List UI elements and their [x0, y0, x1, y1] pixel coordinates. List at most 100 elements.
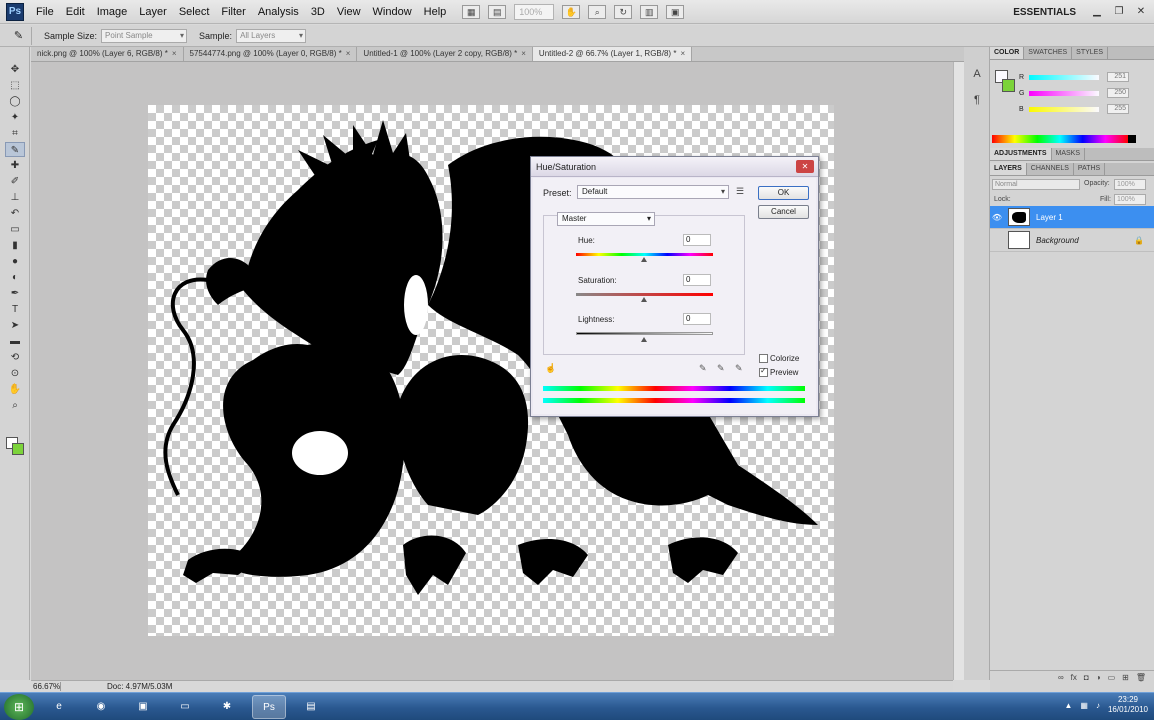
color-spectrum-ramp[interactable] — [992, 135, 1128, 143]
fill-field[interactable]: 100% — [1114, 194, 1146, 205]
notes-app-icon[interactable]: ▤ — [294, 695, 328, 719]
tab-masks[interactable]: MASKS — [1052, 148, 1086, 160]
view-extras-icon[interactable]: ▤ — [488, 4, 507, 19]
history-brush-tool-icon[interactable]: ↶ — [5, 206, 25, 221]
close-icon[interactable]: ✕ — [796, 160, 814, 173]
add-mask-icon[interactable]: ◘ — [1084, 673, 1089, 682]
tab-adjustments[interactable]: ADJUSTMENTS — [990, 148, 1052, 160]
vertical-scrollbar[interactable] — [953, 62, 964, 680]
lightness-field[interactable]: 0 — [683, 313, 711, 325]
clone-stamp-tool-icon[interactable]: ⊥ — [5, 190, 25, 205]
screen-mode-icon[interactable]: ▣ — [666, 4, 685, 19]
paragraph-panel-icon[interactable]: ¶ — [968, 91, 986, 109]
doc-tab-nick[interactable]: nick.png @ 100% (Layer 6, RGB/8) * × — [31, 47, 184, 61]
hand-tool-icon[interactable]: ✋ — [562, 4, 581, 19]
shape-tool-icon[interactable]: ▬ — [5, 334, 25, 349]
close-icon[interactable]: × — [680, 49, 685, 58]
minimize-icon[interactable]: ▁ — [1090, 6, 1104, 18]
zoom-tool-icon-2[interactable]: ⌕ — [5, 398, 25, 413]
blur-tool-icon[interactable]: ● — [5, 254, 25, 269]
preset-options-icon[interactable]: ☰ — [736, 186, 744, 197]
restore-icon[interactable]: ❐ — [1112, 6, 1126, 18]
marquee-tool-icon[interactable]: ⬚ — [5, 78, 25, 93]
targeted-adjustment-icon[interactable]: ☝ — [545, 363, 556, 374]
tab-paths[interactable]: PATHS — [1074, 163, 1106, 175]
arrange-documents-icon[interactable]: ▥ — [640, 4, 659, 19]
red-value[interactable]: 251 — [1107, 72, 1129, 82]
zoom-tool-icon[interactable]: ⌕ — [588, 4, 607, 19]
lightness-slider-thumb[interactable] — [641, 337, 647, 342]
launch-bridge-icon[interactable]: ▦ — [462, 4, 481, 19]
eyedropper-preset-icon[interactable]: ✎ — [6, 26, 32, 45]
trash-icon[interactable]: 🗑 — [1136, 673, 1146, 682]
menu-filter[interactable]: Filter — [215, 6, 251, 18]
tab-color[interactable]: COLOR — [990, 47, 1025, 59]
subtract-from-sample-eyedropper-icon[interactable]: ✎ — [735, 363, 743, 374]
channel-select[interactable]: Master — [557, 212, 655, 226]
background-color-swatch[interactable] — [1002, 79, 1015, 92]
tab-swatches[interactable]: SWATCHES — [1024, 47, 1073, 59]
close-icon[interactable]: × — [172, 49, 177, 58]
hand-tool-icon-2[interactable]: ✋ — [5, 382, 25, 397]
opacity-field[interactable]: 100% — [1114, 179, 1146, 190]
add-to-sample-eyedropper-icon[interactable]: ✎ — [717, 363, 725, 374]
path-selection-tool-icon[interactable]: ➤ — [5, 318, 25, 333]
eraser-tool-icon[interactable]: ▭ — [5, 222, 25, 237]
menu-layer[interactable]: Layer — [133, 6, 173, 18]
network-icon[interactable]: ▦ — [1080, 701, 1088, 710]
windows-explorer-icon[interactable]: ▣ — [126, 695, 160, 719]
menu-image[interactable]: Image — [91, 6, 134, 18]
folder-icon[interactable]: ▭ — [168, 695, 202, 719]
close-icon[interactable]: × — [521, 49, 526, 58]
eyedropper-icon[interactable]: ✎ — [699, 363, 707, 374]
rotate-view-icon[interactable]: ↻ — [614, 4, 633, 19]
type-tool-icon[interactable]: T — [5, 302, 25, 317]
show-hidden-icons-icon[interactable]: ▲ — [1064, 701, 1072, 710]
3d-rotate-tool-icon[interactable]: ⟲ — [5, 350, 25, 365]
saturation-slider-thumb[interactable] — [641, 297, 647, 302]
saturation-slider-track[interactable] — [576, 293, 713, 296]
internet-explorer-icon[interactable]: e — [42, 695, 76, 719]
doc-tab-57544774[interactable]: 57544774.png @ 100% (Layer 0, RGB/8) * × — [184, 47, 358, 61]
menu-file[interactable]: File — [30, 6, 60, 18]
pen-tool-icon[interactable]: ✒ — [5, 286, 25, 301]
blue-slider[interactable] — [1029, 106, 1099, 112]
menu-help[interactable]: Help — [418, 6, 453, 18]
black-white-ramp[interactable] — [1128, 135, 1136, 143]
crop-tool-icon[interactable]: ⌗ — [5, 126, 25, 141]
photoshop-taskbar-button[interactable]: Ps — [252, 694, 286, 719]
menu-edit[interactable]: Edit — [60, 6, 91, 18]
visibility-eye-icon[interactable]: 👁 — [990, 213, 1004, 222]
tab-channels[interactable]: CHANNELS — [1027, 163, 1074, 175]
workspace-switcher[interactable]: ESSENTIALS — [1013, 7, 1076, 18]
blend-mode-select[interactable]: Normal — [992, 179, 1080, 190]
lasso-tool-icon[interactable]: ◯ — [5, 94, 25, 109]
healing-brush-tool-icon[interactable]: ✚ — [5, 158, 25, 173]
link-layers-icon[interactable]: ∞ — [1058, 673, 1064, 682]
background-color-swatch[interactable] — [12, 443, 24, 455]
green-slider[interactable] — [1029, 90, 1099, 96]
blue-value[interactable]: 255 — [1107, 104, 1129, 114]
new-layer-icon[interactable]: ⊞ — [1122, 673, 1129, 682]
colorize-checkbox[interactable] — [759, 354, 768, 363]
hue-field[interactable]: 0 — [683, 234, 711, 246]
hue-slider-thumb[interactable] — [641, 257, 647, 262]
doc-tab-untitled-1[interactable]: Untitled-1 @ 100% (Layer 2 copy, RGB/8) … — [357, 47, 533, 61]
layer-row-background[interactable]: Background 🔒 — [990, 229, 1154, 252]
firefox-icon[interactable]: ◉ — [84, 695, 118, 719]
network-app-icon[interactable]: ✱ — [210, 695, 244, 719]
menu-analysis[interactable]: Analysis — [252, 6, 305, 18]
start-button[interactable]: ⊞ — [4, 693, 34, 720]
close-icon[interactable]: ✕ — [1134, 6, 1148, 18]
hue-slider-track[interactable] — [576, 253, 713, 256]
lightness-slider-track[interactable] — [576, 332, 713, 335]
sample-select[interactable]: All Layers — [236, 28, 307, 43]
volume-icon[interactable]: ♪ — [1096, 701, 1100, 710]
quick-selection-tool-icon[interactable]: ✦ — [5, 110, 25, 125]
red-slider[interactable] — [1029, 74, 1099, 80]
eyedropper-tool-icon[interactable]: ✎ — [5, 142, 25, 157]
green-value[interactable]: 250 — [1107, 88, 1129, 98]
ok-button[interactable]: OK — [758, 186, 809, 200]
sample-size-select[interactable]: Point Sample — [101, 28, 188, 43]
move-tool-icon[interactable]: ✥ — [5, 62, 25, 77]
